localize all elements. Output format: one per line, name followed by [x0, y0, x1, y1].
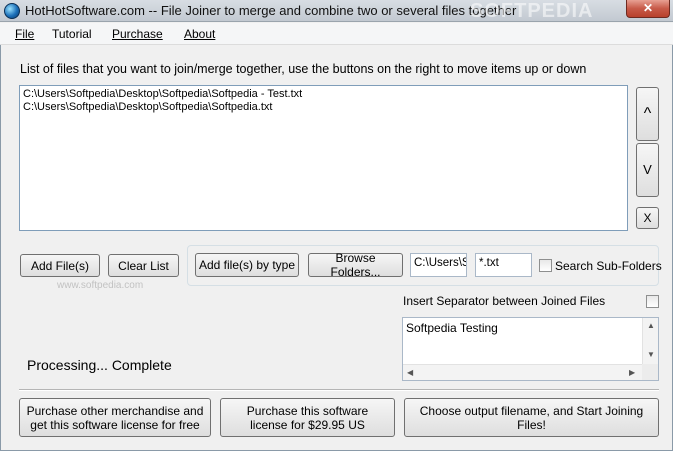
app-globe-icon — [4, 3, 20, 19]
add-files-button[interactable]: Add File(s) — [20, 254, 100, 277]
file-pattern-field[interactable]: *.txt — [475, 253, 532, 277]
list-item[interactable]: C:\Users\Softpedia\Desktop\Softpedia\Sof… — [23, 88, 624, 101]
separator-checkbox[interactable] — [646, 295, 659, 308]
add-by-type-button[interactable]: Add file(s) by type — [195, 253, 299, 277]
move-down-button[interactable]: V — [636, 143, 659, 197]
scroll-down-arrow-icon[interactable]: ▼ — [647, 350, 655, 359]
purchase-license-button[interactable]: Purchase this software license for $29.9… — [220, 398, 395, 437]
search-subfolders-label: Search Sub-Folders — [555, 259, 662, 273]
separator-textarea[interactable]: Softpedia Testing ▲ ▼ ◀ ▶ — [402, 317, 659, 381]
folder-path-field[interactable]: C:\Users\Softpedia — [410, 253, 467, 277]
divider — [19, 389, 659, 391]
purchase-merchandise-button[interactable]: Purchase other merchandise and get this … — [19, 398, 211, 437]
file-list[interactable]: C:\Users\Softpedia\Desktop\Softpedia\Sof… — [19, 85, 628, 231]
scrollbar-corner — [642, 364, 658, 380]
menu-file[interactable]: File — [15, 27, 34, 41]
menu-bar: File Tutorial Purchase About — [0, 23, 673, 45]
separator-vertical-scrollbar[interactable]: ▲ ▼ — [642, 318, 658, 364]
menu-about[interactable]: About — [184, 27, 215, 41]
browse-folders-button[interactable]: Browse Folders... — [308, 251, 403, 279]
title-bar: HotHotSoftware.com -- File Joiner to mer… — [0, 0, 673, 22]
watermark-text: www.softpedia.com — [57, 280, 144, 291]
clear-list-button[interactable]: Clear List — [108, 254, 179, 277]
menu-purchase[interactable]: Purchase — [112, 27, 163, 41]
scroll-right-arrow-icon[interactable]: ▶ — [629, 368, 635, 377]
window-title: HotHotSoftware.com -- File Joiner to mer… — [25, 3, 517, 18]
instructions-label: List of files that you want to join/merg… — [20, 62, 587, 76]
separator-label: Insert Separator between Joined Files — [403, 294, 606, 308]
status-text: Processing... Complete — [27, 357, 172, 373]
separator-text: Softpedia Testing — [406, 321, 498, 335]
scroll-left-arrow-icon[interactable]: ◀ — [407, 368, 413, 377]
move-up-button[interactable]: ^ — [636, 87, 659, 141]
menu-tutorial[interactable]: Tutorial — [52, 27, 92, 41]
start-joining-button[interactable]: Choose output filename, and Start Joinin… — [404, 398, 659, 437]
search-subfolders-checkbox[interactable] — [539, 259, 552, 272]
remove-item-button[interactable]: X — [636, 207, 659, 229]
scroll-up-arrow-icon[interactable]: ▲ — [647, 321, 655, 330]
close-button[interactable]: ✕ — [626, 0, 670, 18]
watermark-title: SOFTPEDIA — [470, 0, 594, 22]
list-item[interactable]: C:\Users\Softpedia\Desktop\Softpedia\Sof… — [23, 101, 624, 114]
separator-horizontal-scrollbar[interactable]: ◀ ▶ — [403, 364, 643, 380]
